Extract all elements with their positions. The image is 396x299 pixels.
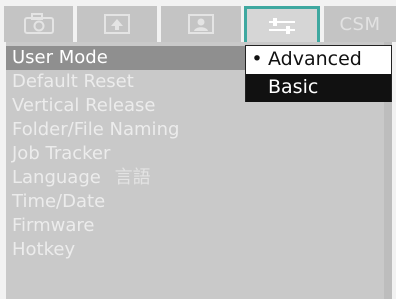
menu-item-hotkey[interactable]: Hotkey — [6, 238, 384, 262]
menu-item-time-date[interactable]: Time/Date — [6, 190, 384, 214]
menu-tab-strip: CSM — [4, 6, 396, 42]
camera-menu-screen: CSM User Mode Default Reset Vertical Rel… — [0, 0, 396, 299]
menu-item-job-tracker[interactable]: Job Tracker — [6, 142, 384, 166]
menu-item-label: User Mode — [12, 47, 108, 68]
option-basic[interactable]: Basic — [246, 74, 391, 102]
selected-bullet-icon: • — [251, 48, 263, 70]
menu-item-label: Vertical Release — [12, 95, 156, 116]
option-label: Advanced — [268, 48, 362, 70]
option-advanced[interactable]: • Advanced — [246, 46, 391, 73]
user-mode-dropdown: • Advanced Basic — [245, 45, 392, 102]
menu-item-folder-file-naming[interactable]: Folder/File Naming — [6, 118, 384, 142]
person-icon — [187, 13, 215, 35]
menu-item-label: Firmware — [12, 215, 95, 236]
settings-sliders-icon — [267, 15, 297, 37]
option-label: Basic — [268, 76, 319, 98]
menu-item-user-mode[interactable]: User Mode — [6, 46, 248, 70]
tab-camera[interactable] — [4, 6, 73, 42]
tab-csm[interactable]: CSM — [324, 6, 396, 42]
tab-setup[interactable] — [244, 6, 320, 42]
tab-playback[interactable] — [77, 6, 157, 42]
menu-item-label: Hotkey — [12, 239, 76, 260]
menu-item-label: Time/Date — [12, 191, 106, 212]
tab-csm-label: CSM — [339, 13, 381, 35]
menu-item-language[interactable]: Language 言語 — [6, 166, 384, 190]
menu-item-label: Default Reset — [12, 71, 134, 92]
menu-item-label: Language — [12, 167, 101, 188]
menu-item-label: Folder/File Naming — [12, 119, 180, 140]
language-glyphs: 言語 — [114, 167, 151, 188]
menu-item-label: Job Tracker — [12, 143, 111, 164]
tab-custom[interactable] — [161, 6, 241, 42]
menu-item-firmware[interactable]: Firmware — [6, 214, 384, 238]
playback-icon — [103, 13, 131, 35]
camera-icon — [23, 13, 55, 35]
